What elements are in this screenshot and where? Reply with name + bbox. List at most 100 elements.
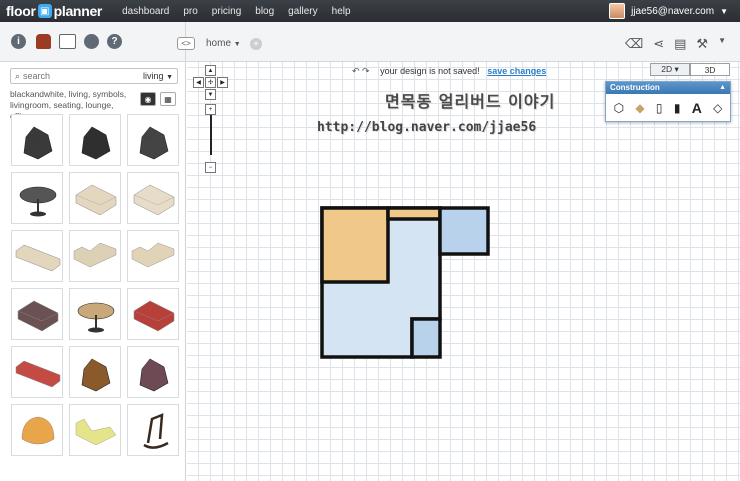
room-orange [320, 206, 390, 284]
furniture-thumbnail [81, 358, 111, 392]
pan-up-icon[interactable]: ▲ [205, 65, 216, 76]
save-changes-link[interactable]: save changes [487, 66, 546, 76]
print-icon[interactable]: ▤ [674, 36, 686, 52]
search-icon: ⌕ [15, 70, 21, 81]
furniture-item-corner-sofa[interactable] [69, 230, 121, 282]
furniture-item-armchair-dark[interactable] [127, 114, 179, 166]
nav-pro[interactable]: pro [183, 6, 197, 17]
wall-tool-icon[interactable]: ⬡ [614, 101, 624, 115]
furniture-item-sofa-red[interactable] [127, 288, 179, 340]
watermark-korean: 면목동 얼리버드 이야기 [385, 92, 556, 111]
help-icon[interactable]: ? [107, 34, 122, 49]
floor-tool-icon[interactable]: ◆ [635, 101, 644, 115]
furniture-item-daybed-red[interactable] [11, 346, 63, 398]
furniture-item-sofa-long-beige[interactable] [11, 230, 63, 282]
nav-blog[interactable]: blog [255, 6, 274, 17]
3d-view-icon[interactable]: ◉ [140, 92, 156, 106]
construction-header: Construction ▲ [606, 82, 730, 94]
nav-gallery[interactable]: gallery [288, 6, 317, 17]
watermark-url: http://blog.naver.com/jjae56 [317, 120, 537, 135]
furniture-thumbnail [17, 300, 59, 332]
furniture-item-lounge-chair-black[interactable] [11, 114, 63, 166]
user-menu[interactable]: jjae56@naver.com ▼ [609, 3, 728, 19]
pan-right-icon[interactable]: ▶ [217, 77, 228, 88]
furniture-thumbnail [15, 360, 61, 388]
furniture-item-armchair-plum[interactable] [127, 346, 179, 398]
furniture-item-sofa-beige[interactable] [69, 172, 121, 224]
category-select[interactable]: living ▼ [143, 71, 173, 81]
2d-view-icon[interactable]: ▦ [160, 92, 176, 106]
furniture-item-tub-chair-orange[interactable] [11, 404, 63, 456]
room-small-bottom [410, 317, 442, 359]
furniture-thumbnail [77, 302, 115, 333]
photo-icon[interactable] [59, 34, 76, 49]
save-status: ↶ ↷ your design is not saved! save chang… [352, 66, 546, 77]
furniture-item-coffee-table[interactable] [69, 288, 121, 340]
bomb-icon[interactable] [84, 34, 99, 49]
nav-dashboard[interactable]: dashboard [122, 6, 169, 17]
eraser-icon[interactable]: ⌫ [625, 36, 643, 52]
zoom-in-icon[interactable]: + [205, 104, 216, 115]
furniture-item-round-table[interactable] [11, 172, 63, 224]
avatar [609, 3, 626, 19]
furniture-thumbnail [143, 413, 169, 449]
wrench-icon[interactable]: ⚒ [696, 36, 708, 52]
furniture-thumbnail [75, 418, 117, 446]
undo-redo-icon[interactable]: ↶ ↷ [352, 66, 370, 76]
door-tool-icon[interactable]: ▯ [656, 101, 663, 115]
logo-text-right: planner [53, 3, 103, 19]
furniture-thumbnail [133, 184, 175, 216]
editor-toolbar: i ? <> home ▼ + ⌫ ⋖ ▤ ⚒ ▼ [0, 22, 740, 62]
design-canvas[interactable]: ↶ ↷ your design is not saved! save chang… [187, 62, 740, 481]
furniture-item-sofa-brown[interactable] [11, 288, 63, 340]
pan-left-icon[interactable]: ◀ [193, 77, 204, 88]
info-icon[interactable]: i [11, 34, 26, 49]
mode-2d-button[interactable]: 2D ▾ [650, 63, 690, 76]
top-navigation-bar: floor ▣ planner dashboard pro pricing bl… [0, 0, 740, 22]
view-toggle: ◉ ▦ [140, 92, 176, 106]
furniture-item-corner-sofa-2[interactable] [127, 230, 179, 282]
text-tool-icon[interactable]: A [692, 100, 702, 116]
furniture-item-sofa-cream[interactable] [127, 172, 179, 224]
dimension-tool-icon[interactable]: ◇ [713, 101, 722, 115]
nav-help[interactable]: help [332, 6, 351, 17]
right-tools: ⌫ ⋖ ▤ ⚒ ▼ [625, 36, 726, 52]
user-email: jjae56@naver.com [631, 5, 715, 17]
status-text: your design is not saved! [380, 66, 480, 76]
search-box: ⌕ living ▼ [10, 68, 178, 84]
furniture-item-rocking-chair[interactable] [127, 404, 179, 456]
zoom-out-icon[interactable]: − [205, 162, 216, 173]
chevron-down-icon: ▼ [720, 6, 728, 16]
search-input[interactable] [23, 71, 124, 81]
zoom-slider[interactable] [210, 115, 212, 155]
chevron-down-icon[interactable]: ▼ [718, 36, 726, 52]
room-orange-strip [386, 206, 442, 221]
room-right [438, 206, 490, 256]
share-icon[interactable]: ⋖ [653, 36, 664, 52]
floorplanner-logo[interactable]: floor ▣ planner [6, 3, 102, 19]
category-label: living [143, 71, 164, 81]
furniture-thumbnail [21, 416, 55, 445]
pan-down-icon[interactable]: ▼ [205, 89, 216, 100]
chevron-down-icon: ▼ [166, 74, 173, 81]
furniture-thumbnail [133, 300, 175, 332]
logo-badge-icon: ▣ [37, 4, 52, 18]
tab-home[interactable]: home ▼ [206, 38, 241, 49]
tab-home-label: home [206, 38, 232, 49]
furniture-item-eames-chair[interactable] [69, 114, 121, 166]
mode-3d-button[interactable]: 3D [690, 63, 730, 76]
window-tool-icon[interactable]: ▮ [674, 101, 681, 115]
furniture-item-armchair-wood[interactable] [69, 346, 121, 398]
furniture-item-chaise-yellow[interactable] [69, 404, 121, 456]
pan-center-icon[interactable]: ✣ [205, 77, 216, 88]
nav-pricing[interactable]: pricing [212, 6, 241, 17]
view-mode-switch: 2D ▾ 3D [650, 63, 730, 76]
collapse-icon[interactable]: ▲ [719, 82, 726, 94]
furniture-thumbnail [19, 186, 57, 217]
add-floor-button[interactable]: + [250, 38, 262, 50]
floor-plan[interactable] [320, 206, 496, 363]
item-icon[interactable] [36, 34, 51, 49]
furniture-thumbnail [75, 184, 117, 216]
collapse-panel-button[interactable]: <> [177, 37, 195, 50]
construction-title: Construction [610, 83, 660, 92]
